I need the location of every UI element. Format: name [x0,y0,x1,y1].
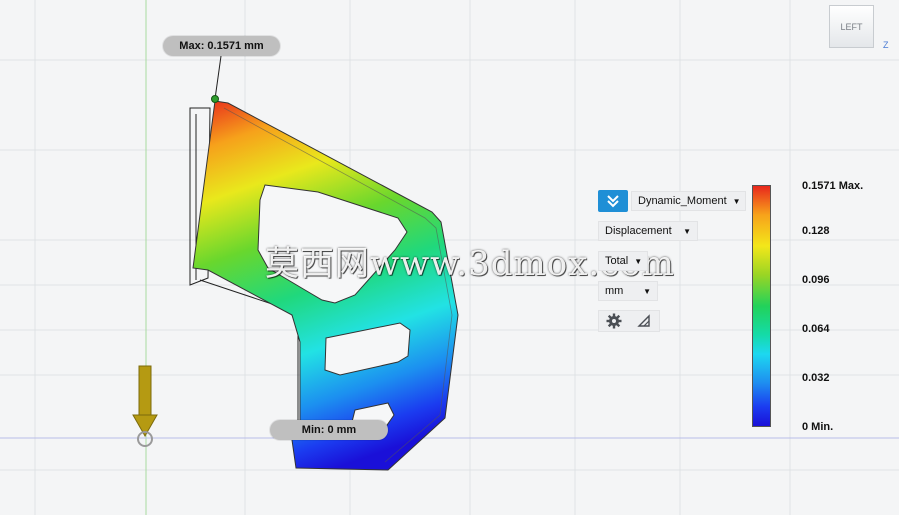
unit-value: mm [605,285,624,297]
legend-label-max: 0.1571 Max. [802,180,864,192]
min-displacement-label[interactable]: Min: 0 mm [270,420,388,440]
double-chevron-down-icon [607,195,619,208]
unit-dropdown[interactable]: mm ▼ [598,281,658,301]
legend-label: 0.096 [802,274,830,286]
viewcube-face-label: LEFT [840,21,863,32]
load-arrow-icon[interactable] [132,365,158,447]
legend-tools [598,310,660,332]
result-toggle-button[interactable] [598,190,628,212]
caret-down-icon: ▼ [643,286,651,296]
caret-down-icon: ▼ [634,256,643,266]
axis-z-label: Z [883,40,889,50]
gear-icon[interactable] [599,313,629,329]
viewcube[interactable]: LEFT [829,5,874,48]
legend-color-bar [752,185,771,427]
max-leader-line [214,55,222,100]
legend-label: 0.128 [802,225,830,237]
max-displacement-label[interactable]: Max: 0.1571 mm [163,36,280,56]
component-value: Total [605,255,629,267]
caret-down-icon: ▼ [732,196,741,206]
result-type-dropdown[interactable]: Displacement ▼ [598,221,698,241]
max-marker[interactable] [211,95,219,103]
result-dropdown-value: Dynamic_Moment [638,195,727,207]
probe-triangle-icon[interactable] [629,314,659,328]
legend-label: 0.032 [802,372,830,384]
result-type-value: Displacement [605,225,672,237]
caret-down-icon: ▼ [683,226,691,236]
result-dropdown[interactable]: Dynamic_Moment ▼ [631,191,746,211]
legend-label: 0.064 [802,323,830,335]
component-dropdown[interactable]: Total ▼ [598,251,648,271]
legend-label-min: 0 Min. [802,421,834,433]
